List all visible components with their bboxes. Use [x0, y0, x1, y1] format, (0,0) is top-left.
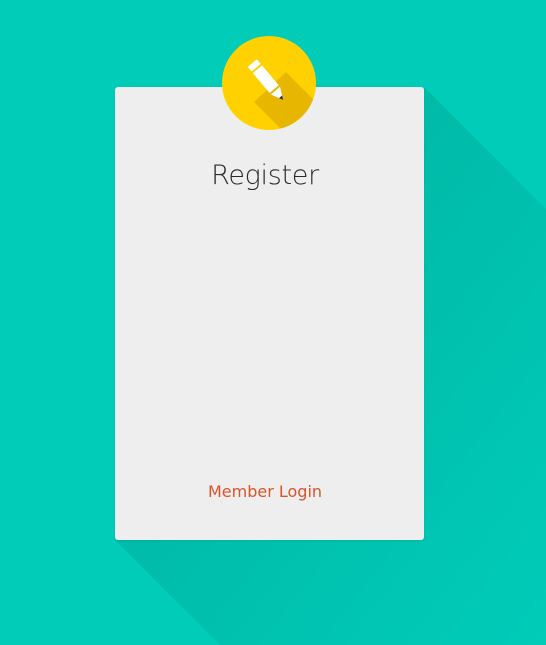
page-title: Register	[211, 160, 319, 191]
member-login-link[interactable]: Member Login	[115, 482, 415, 501]
register-card	[115, 87, 424, 540]
register-badge	[222, 36, 316, 130]
pencil-icon	[248, 59, 316, 130]
